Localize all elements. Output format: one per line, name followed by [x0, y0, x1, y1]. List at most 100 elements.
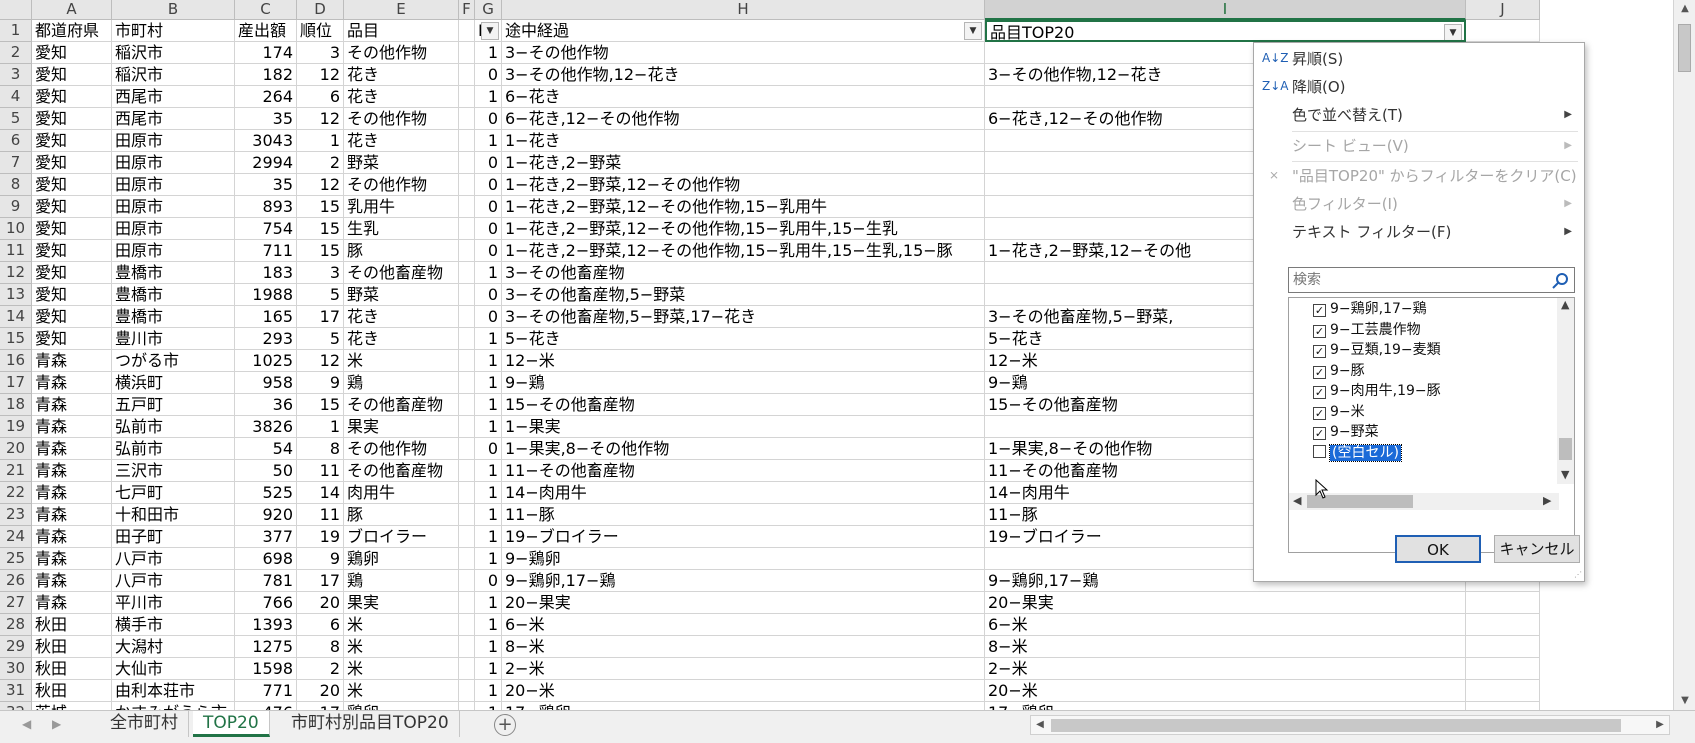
cell-b[interactable]: 五戸町	[112, 394, 235, 416]
cell-g[interactable]: 1	[475, 394, 502, 416]
cell-d[interactable]: 19	[297, 526, 344, 548]
cell-d[interactable]: 5	[297, 284, 344, 306]
header-cell-f[interactable]	[459, 20, 475, 42]
row-number[interactable]: 24	[0, 526, 32, 548]
filter-dropdown[interactable]: A↓Z 昇順(S) Z↓A 降順(O) 色で並べ替え(T) ▶ シート ビュー(…	[1253, 42, 1585, 582]
cell-g[interactable]: 0	[475, 284, 502, 306]
cell-f[interactable]	[459, 548, 475, 570]
cell-g[interactable]: 1	[475, 262, 502, 284]
cell-c[interactable]: 377	[235, 526, 297, 548]
cell-h[interactable]: 3−その他作物,12−花き	[502, 64, 985, 86]
row-number[interactable]: 22	[0, 482, 32, 504]
cell-b[interactable]: 横浜町	[112, 372, 235, 394]
cell-c[interactable]: 1275	[235, 636, 297, 658]
cell-e[interactable]: 花き	[344, 86, 459, 108]
cell-b[interactable]: 西尾市	[112, 108, 235, 130]
filter-list-item[interactable]: ✓ 9−肉用牛,19−豚	[1313, 380, 1441, 402]
cell-h[interactable]: 14−肉用牛	[502, 482, 985, 504]
cell-g[interactable]: 1	[475, 680, 502, 702]
cell-i[interactable]: 6−米	[985, 614, 1466, 636]
cell-h[interactable]: 1−花き,2−野菜,12−その他作物,15−乳用牛,15−生乳,15−豚	[502, 240, 985, 262]
cell-g[interactable]: 1	[475, 614, 502, 636]
row-number[interactable]: 15	[0, 328, 32, 350]
cell-g[interactable]: 0	[475, 196, 502, 218]
cell-c[interactable]: 754	[235, 218, 297, 240]
cell-h[interactable]: 1−花き,2−野菜,12−その他作物	[502, 174, 985, 196]
cell-c[interactable]: 711	[235, 240, 297, 262]
header-cell-d[interactable]: 順位	[297, 20, 344, 42]
cell-c[interactable]: 35	[235, 108, 297, 130]
cell-g[interactable]: 0	[475, 570, 502, 592]
cell-h[interactable]: 9−鶏卵	[502, 548, 985, 570]
cell-b[interactable]: 稲沢市	[112, 42, 235, 64]
sort-ascending-item[interactable]: A↓Z 昇順(S)	[1254, 45, 1584, 73]
checkbox-icon[interactable]: ✓	[1313, 345, 1326, 358]
cell-i[interactable]: 17−鶏卵	[985, 702, 1466, 710]
cell-h[interactable]: 1−果実,8−その他作物	[502, 438, 985, 460]
row-number[interactable]: 19	[0, 416, 32, 438]
cell-a[interactable]: 愛知	[32, 306, 112, 328]
cell-d[interactable]: 8	[297, 438, 344, 460]
cell-a[interactable]: 青森	[32, 548, 112, 570]
cell-h[interactable]: 1−花き,2−野菜	[502, 152, 985, 174]
cell-e[interactable]: 果実	[344, 592, 459, 614]
row-number[interactable]: 26	[0, 570, 32, 592]
scroll-left-icon[interactable]: ◀	[1293, 494, 1301, 507]
cell-h[interactable]: 6−米	[502, 614, 985, 636]
row-number[interactable]: 30	[0, 658, 32, 680]
column-header-f[interactable]: F	[459, 0, 475, 20]
cell-g[interactable]: 0	[475, 64, 502, 86]
row-number[interactable]: 25	[0, 548, 32, 570]
cell-i[interactable]: 2−米	[985, 658, 1466, 680]
cell-d[interactable]: 20	[297, 680, 344, 702]
row-number[interactable]: 11	[0, 240, 32, 262]
cell-b[interactable]: 八戸市	[112, 548, 235, 570]
filter-list-item[interactable]: (空白セル)	[1313, 442, 1402, 464]
scroll-up-icon[interactable]: ▲	[1674, 0, 1695, 18]
row-number[interactable]: 4	[0, 86, 32, 108]
cell-a[interactable]: 青森	[32, 350, 112, 372]
cell-e[interactable]: 乳用牛	[344, 196, 459, 218]
cell-h[interactable]: 1−花き,2−野菜,12−その他作物,15−乳用牛	[502, 196, 985, 218]
cell-d[interactable]: 15	[297, 218, 344, 240]
cell-a[interactable]: 愛知	[32, 108, 112, 130]
cell-j[interactable]	[1466, 636, 1540, 658]
cell-e[interactable]: その他畜産物	[344, 394, 459, 416]
cell-f[interactable]	[459, 482, 475, 504]
cell-a[interactable]: 愛知	[32, 240, 112, 262]
horizontal-scroll-thumb[interactable]	[1051, 719, 1621, 732]
cell-a[interactable]: 愛知	[32, 196, 112, 218]
cell-b[interactable]: 田原市	[112, 152, 235, 174]
cell-d[interactable]: 8	[297, 636, 344, 658]
cell-i[interactable]: 20−果実	[985, 592, 1466, 614]
row-number[interactable]: 12	[0, 262, 32, 284]
vertical-scrollbar[interactable]: ▲ ▼	[1673, 0, 1695, 710]
cell-f[interactable]	[459, 592, 475, 614]
add-sheet-icon[interactable]: +	[494, 714, 516, 736]
cell-d[interactable]: 6	[297, 614, 344, 636]
row-number[interactable]: 3	[0, 64, 32, 86]
cell-g[interactable]: 0	[475, 438, 502, 460]
cell-a[interactable]: 青森	[32, 526, 112, 548]
cell-d[interactable]: 3	[297, 42, 344, 64]
cell-f[interactable]	[459, 438, 475, 460]
cell-d[interactable]: 3	[297, 262, 344, 284]
cell-e[interactable]: 果実	[344, 416, 459, 438]
row-number[interactable]: 23	[0, 504, 32, 526]
cell-f[interactable]	[459, 240, 475, 262]
cell-g[interactable]: 1	[475, 416, 502, 438]
header-cell-h[interactable]: 途中経過 ▼	[502, 20, 985, 42]
cell-f[interactable]	[459, 504, 475, 526]
cell-f[interactable]	[459, 460, 475, 482]
row-number[interactable]: 2	[0, 42, 32, 64]
cell-e[interactable]: 米	[344, 614, 459, 636]
row-number[interactable]: 16	[0, 350, 32, 372]
cell-g[interactable]: 1	[475, 350, 502, 372]
cell-h[interactable]: 17−鶏卵	[502, 702, 985, 710]
cell-c[interactable]: 920	[235, 504, 297, 526]
row-number[interactable]: 27	[0, 592, 32, 614]
filter-dropdown-button[interactable]: ▼	[481, 22, 499, 40]
cell-a[interactable]: 茨城	[32, 702, 112, 710]
cell-a[interactable]: 秋田	[32, 658, 112, 680]
cell-c[interactable]: 958	[235, 372, 297, 394]
